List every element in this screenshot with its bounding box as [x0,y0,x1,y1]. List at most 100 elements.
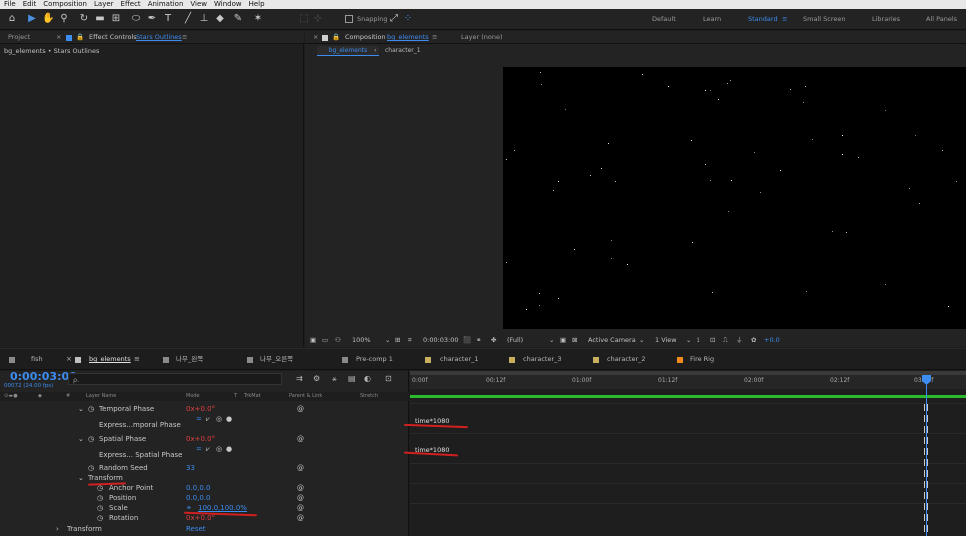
close-icon[interactable]: × [66,354,72,364]
zoom-tool-icon[interactable]: ⚲ [58,13,70,25]
column-t[interactable]: T [234,392,237,401]
workspace-all-panels[interactable]: All Panels [926,9,957,30]
clone-stamp-tool-icon[interactable]: ⊥ [198,13,210,25]
expression-row[interactable]: Express...mporal Phase [0,420,409,430]
safe-margins-icon[interactable]: ⊞ [395,333,400,347]
reset-link[interactable]: Reset [186,524,206,534]
timeline-tab-character-2[interactable]: character_2 [607,354,646,364]
pickwhip-icon[interactable]: @ [297,463,304,473]
property-row[interactable]: ◷ Position 0.0,0.0 @ [0,493,409,503]
fast-previews-icon[interactable]: ⊡ [710,333,715,347]
magnification-dropdown[interactable]: 100% [352,333,371,347]
chevron-right-icon[interactable]: › [56,524,59,534]
property-value[interactable]: 0.0,0.0 [186,493,211,503]
menu-edit[interactable]: Edit [23,0,37,9]
effect-controls-layer-name[interactable]: Stars Outlines [136,31,182,44]
timeline-tab-tree-left[interactable]: 나무_왼쪽 [176,354,203,364]
workspace-libraries[interactable]: Libraries [872,9,900,30]
lock-icon[interactable]: 🔒 [76,31,84,44]
property-row[interactable]: ⌄ ◷ Spatial Phase 0x+0.0° @ [0,434,409,444]
property-value[interactable]: 0.0,0.0 [186,483,211,493]
menu-help[interactable]: Help [249,0,265,9]
property-value[interactable]: 0x+0.0° [186,404,215,414]
composition-viewer[interactable] [503,67,966,329]
mask-visibility-icon[interactable]: ⚇ [335,333,341,347]
chevron-down-icon[interactable]: ⌄ [78,473,84,483]
property-value[interactable]: 33 [186,463,195,473]
stopwatch-icon[interactable]: ◷ [97,493,103,503]
property-row[interactable]: ⌄ ◷ Temporal Phase 0x+0.0° @ [0,404,409,414]
workspace-standard[interactable]: Standard [748,9,778,30]
stopwatch-icon[interactable]: ◷ [88,463,94,473]
tab-layer[interactable]: Layer (none) [461,31,502,44]
menu-composition[interactable]: Composition [43,0,87,9]
chevron-down-icon[interactable]: ⌄ [549,333,554,347]
tab-project[interactable]: Project [8,31,30,44]
shy-layers-icon[interactable]: ⚹ [332,374,337,384]
pickwhip-icon[interactable]: @ [297,493,304,503]
menu-animation[interactable]: Animation [148,0,184,9]
target-region-icon[interactable]: ▣ [560,333,566,347]
eraser-tool-icon[interactable]: ◆ [214,13,226,25]
stopwatch-icon[interactable]: ◷ [97,513,103,523]
color-channel-icon[interactable]: ✤ [491,333,496,347]
property-value[interactable]: 0x+0.0° [186,434,215,444]
tab-composition[interactable]: Composition [345,31,386,44]
timeline-tab-fire-rig[interactable]: Fire Rig [690,354,714,364]
chevron-down-icon[interactable]: ⌄ [639,333,644,347]
frame-blending-icon[interactable]: ▤ [348,374,356,383]
rotate-tool-icon[interactable]: ↻ [78,13,90,25]
current-time-display[interactable]: 0:00:03:00 [423,333,459,347]
column-parent[interactable]: Parent & Link [289,392,322,401]
pickwhip-icon[interactable]: @ [297,404,304,414]
time-ruler[interactable]: 0:00f 00:12f 01:00f 01:12f 02:00f 02:12f… [410,375,966,389]
chevron-down-icon[interactable]: ⌄ [686,333,691,347]
transparency-grid-icon[interactable]: ⊠ [572,333,577,347]
layout-dropdown[interactable]: 1 View [655,333,677,347]
pickwhip-icon[interactable]: @ [297,434,304,444]
type-tool-icon[interactable]: T [162,13,174,25]
flow-item-bg-elements[interactable]: bg_elements [317,46,379,56]
property-group-row[interactable]: ⌄ Transform [0,473,409,483]
motion-blur-icon[interactable]: ◐ [364,374,371,383]
stopwatch-icon[interactable]: ◷ [88,434,94,444]
camera-tool-icon[interactable]: ▬ [94,13,106,25]
chevron-down-icon[interactable]: ⌄ [385,333,390,347]
stopwatch-icon[interactable]: ◷ [97,503,103,513]
snap-points-icon[interactable]: ⁘ [402,13,414,25]
toggle-pixel-aspect-icon[interactable]: ⟟ [697,333,699,347]
property-row[interactable]: ◷ Anchor Point 0.0,0.0 @ [0,483,409,493]
exposure-value[interactable]: +0.0 [764,333,780,347]
show-snapshot-icon[interactable]: ⚭ [476,333,481,347]
snapping-checkbox[interactable] [345,15,353,23]
close-icon[interactable]: × [313,31,318,44]
timeline-tab-character-1[interactable]: character_1 [440,354,479,364]
workspace-learn[interactable]: Learn [703,9,721,30]
hand-tool-icon[interactable]: ✋ [42,13,54,25]
workspace-menu-icon[interactable]: ≡ [782,9,787,30]
menu-layer[interactable]: Layer [94,0,114,9]
expression-row[interactable]: Express... Spatial Phase [0,450,409,460]
pickwhip-icon[interactable]: @ [297,513,304,523]
view-dropdown[interactable]: Active Camera [588,333,636,347]
pickwhip-icon[interactable]: @ [297,483,304,493]
close-icon[interactable]: × [56,31,61,44]
monitor-icon[interactable]: ▭ [322,333,328,347]
panel-menu-icon[interactable]: ≡ [134,354,140,364]
chevron-down-icon[interactable]: ⌄ [78,434,84,444]
snapshot-icon[interactable]: ⬛ [463,333,471,347]
workspace-small-screen[interactable]: Small Screen [803,9,845,30]
flowchart-icon[interactable]: ⏚ [736,333,743,347]
column-stretch[interactable]: Stretch [360,392,378,401]
timeline-tab-character-3[interactable]: character_3 [523,354,562,364]
draft-3d-icon[interactable]: ⚙ [313,374,320,383]
pen-tool-icon[interactable]: ✒ [146,13,158,25]
panel-menu-icon[interactable]: ≡ [182,31,187,44]
property-row[interactable]: ◷ Random Seed 33 @ [0,463,409,473]
property-group-row[interactable]: › Transform Reset [0,524,409,534]
menu-window[interactable]: Window [214,0,242,9]
home-icon[interactable]: ⌂ [6,13,18,25]
snap-edges-icon[interactable]: ⤢ [388,13,400,25]
workspace-default[interactable]: Default [652,9,676,30]
selection-tool-icon[interactable]: ▶ [26,13,38,25]
